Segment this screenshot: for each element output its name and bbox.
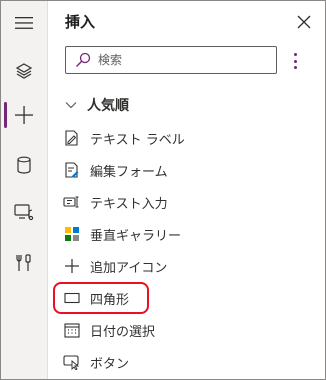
insert-item-vertical-gallery[interactable]: 垂直ギャラリー	[60, 220, 310, 248]
more-dot	[293, 53, 297, 56]
item-label: テキスト入力	[90, 196, 168, 212]
insert-item-add-icon[interactable]: 追加アイコン	[60, 252, 310, 280]
database-icon	[17, 156, 31, 174]
media-button[interactable]	[1, 190, 47, 234]
item-label: 追加アイコン	[90, 260, 168, 276]
more-dot	[293, 66, 297, 69]
insert-panel: 挿入 人気順	[48, 1, 325, 379]
hamburger-menu-icon	[15, 17, 33, 29]
popular-section-header[interactable]: 人気順	[65, 94, 129, 116]
section-label: 人気順	[87, 98, 129, 114]
insert-item-text-input[interactable]: テキスト入力	[60, 188, 310, 216]
insert-item-date-picker[interactable]: 日付の選択	[60, 316, 310, 344]
insert-item-edit-form[interactable]: 編集フォーム	[60, 156, 310, 184]
plus-icon	[15, 106, 33, 124]
item-label: ボタン	[90, 356, 130, 372]
item-label: 日付の選択	[90, 324, 156, 340]
add-icon	[63, 257, 81, 275]
highlight-box	[53, 282, 149, 314]
text-label-icon	[63, 129, 81, 147]
insert-item-text-label[interactable]: テキスト ラベル	[60, 124, 310, 152]
edit-form-icon	[63, 161, 81, 179]
search-input[interactable]	[94, 53, 268, 67]
close-button[interactable]	[293, 11, 315, 33]
vertical-gallery-icon	[63, 225, 81, 243]
more-dot	[293, 59, 297, 63]
search-box[interactable]	[65, 46, 277, 74]
item-label: 垂直ギャラリー	[90, 228, 182, 244]
button-icon	[63, 353, 81, 371]
insert-pane-window: 挿入 人気順	[0, 0, 326, 380]
item-label: テキスト ラベル	[90, 132, 185, 148]
layers-icon	[15, 63, 33, 79]
data-button[interactable]	[1, 143, 47, 187]
close-icon	[297, 15, 311, 29]
more-options-button[interactable]	[288, 51, 302, 71]
insert-item-button[interactable]: ボタン	[60, 348, 310, 376]
panel-title: 挿入	[65, 13, 96, 31]
search-icon	[72, 49, 94, 71]
menu-button[interactable]	[1, 1, 47, 45]
advanced-tools-button[interactable]	[1, 241, 47, 285]
media-icon	[14, 204, 34, 221]
left-rail	[1, 1, 48, 379]
item-label: 編集フォーム	[90, 164, 168, 180]
tools-icon	[16, 254, 31, 271]
date-picker-icon	[63, 321, 81, 339]
tree-view-button[interactable]	[1, 49, 47, 93]
text-input-icon	[63, 193, 81, 211]
insert-button[interactable]	[1, 93, 47, 137]
chevron-down-icon	[65, 102, 77, 109]
